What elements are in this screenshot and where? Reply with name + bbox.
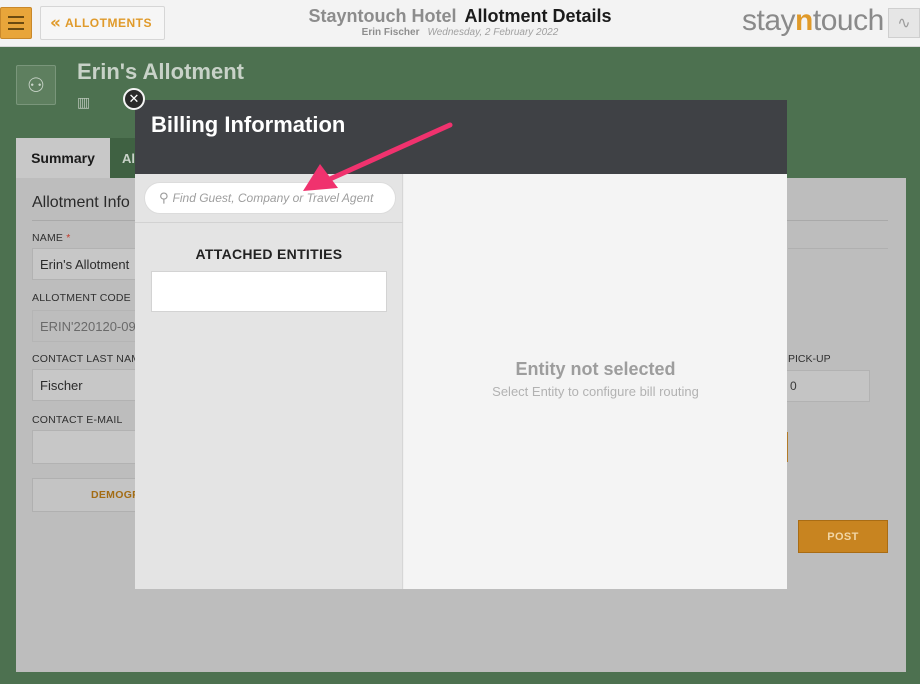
modal-header: Billing Information: [135, 100, 787, 174]
allotment-code-label: ALLOTMENT CODE: [32, 292, 131, 304]
user-name: Erin Fischer: [361, 27, 420, 38]
pickup-field[interactable]: 0: [782, 370, 870, 402]
group-icon: ⚇: [16, 65, 56, 105]
entity-search-input[interactable]: [172, 191, 387, 205]
entity-search-box[interactable]: ⚲: [144, 182, 396, 214]
allotment-title: Erin's Allotment: [77, 59, 244, 84]
hotel-name: Stayntouch Hotel: [308, 6, 457, 26]
tab-summary[interactable]: Summary: [16, 138, 110, 178]
name-field[interactable]: Erin's Allotment: [32, 248, 142, 280]
search-icon: ⚲: [159, 190, 169, 206]
contact-email-label: CONTACT E-MAIL: [32, 414, 123, 426]
divider: [788, 248, 888, 249]
search-divider: [135, 222, 403, 223]
activity-icon[interactable]: ∿: [888, 8, 920, 38]
allotment-code-field: ERIN'220120-0930: [32, 310, 142, 342]
stayntouch-logo: stayntouch: [742, 4, 884, 37]
contact-last-name-field[interactable]: Fischer: [32, 369, 142, 401]
contact-last-name-label: CONTACT LAST NAME: [32, 353, 148, 365]
attached-entities-list[interactable]: [151, 271, 387, 312]
contact-email-field[interactable]: [32, 430, 142, 464]
pickup-label: PICK-UP: [788, 353, 831, 365]
demographics-button[interactable]: DEMOGR: [32, 478, 142, 512]
empty-state-title: Entity not selected: [515, 359, 676, 379]
top-header: « ALLOTMENTS Stayntouch Hotel Allotment D…: [0, 0, 920, 47]
building-icon[interactable]: ▥: [77, 94, 90, 111]
post-button[interactable]: POST: [798, 520, 888, 553]
billing-information-modal: Billing Information ⚲ ATTACHED ENTITIES …: [135, 100, 787, 589]
entity-list-pane: ⚲ ATTACHED ENTITIES: [135, 174, 403, 589]
page-title: Allotment Details: [464, 6, 612, 26]
close-icon[interactable]: ✕: [123, 88, 145, 110]
attached-entities-header: ATTACHED ENTITIES: [195, 246, 343, 262]
tab-second[interactable]: Al: [110, 138, 138, 178]
modal-title: Billing Information: [151, 112, 346, 137]
business-date: Wednesday, 2 February 2022: [427, 27, 559, 38]
empty-state-subtitle: Select Entity to configure bill routing: [492, 384, 699, 399]
routing-detail-pane: Entity not selected Select Entity to con…: [404, 174, 787, 589]
name-label: NAME *: [32, 232, 71, 244]
section-title: Allotment Info: [32, 194, 130, 211]
